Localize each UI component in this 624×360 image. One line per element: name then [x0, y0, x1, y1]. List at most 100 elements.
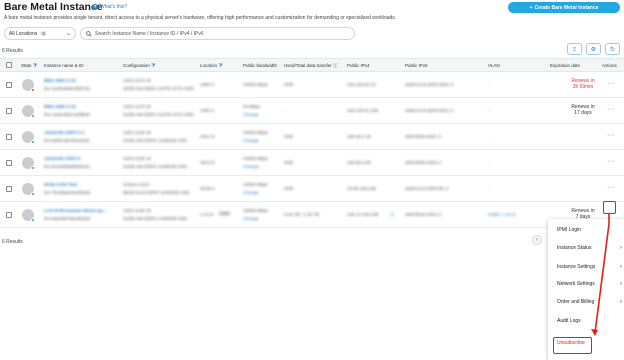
select-all-checkbox[interactable]	[6, 62, 12, 68]
row-checkbox[interactable]	[6, 82, 12, 88]
status-dot	[31, 140, 35, 144]
status-dot	[31, 88, 35, 92]
change-bandwidth-link[interactable]: Change	[243, 190, 259, 195]
location-value: AMS-C	[200, 108, 215, 113]
filter-icon: ⧩	[32, 63, 38, 69]
row-checkbox[interactable]	[6, 212, 12, 218]
instance-name-link[interactable]: BM1-AMS-C-01	[44, 78, 76, 83]
instance-name-link[interactable]: LAX-D-EU-master-direct-up...	[44, 208, 106, 213]
instance-name-link[interactable]: BM1-AMS-C-01	[44, 104, 76, 109]
menu-item-audit-logs[interactable]: Audit Logs	[557, 318, 624, 324]
menu-item-order-and-billing[interactable]: Order and Billing ›	[557, 299, 624, 305]
location-value: HKG-D	[200, 160, 215, 165]
table-row[interactable]: JAGUAR-CERT-1-1 bm-9d3f1c8a7b6e5d4c 1xE3-1…	[0, 124, 624, 150]
location-count-badge: 6	[40, 31, 47, 36]
chevron-right-icon: ›	[620, 299, 622, 305]
export-button[interactable]: ⇪	[567, 43, 582, 55]
table-row[interactable]: NCM-A-EU-Test bm-7b1d9a8c5e4f3a2b 2xXeon 4…	[0, 176, 624, 202]
column-header-location[interactable]: Location ⧩	[200, 63, 223, 69]
create-instance-label: Create Bare Metal Instance	[534, 4, 599, 11]
row-checkbox[interactable]	[6, 160, 12, 166]
filter-icon: ⧩	[151, 63, 156, 69]
location-filter-label: All Locations	[9, 30, 38, 37]
ipv6-value: 2602:fb48:1004::2	[405, 212, 442, 217]
change-bandwidth-link[interactable]: Change	[243, 138, 259, 143]
table-row[interactable]: JAGUAR-CERT-2 bm-8c2e0b9a6f5d4e3c 1xE3-123…	[0, 150, 624, 176]
row-actions-button[interactable]: ···	[607, 106, 616, 113]
ipv6-value: 2602:fb49:1003::2	[405, 160, 442, 165]
vlan-value: -	[488, 160, 490, 165]
pagination-prev-button[interactable]: ‹	[532, 235, 542, 245]
config-specs: 96GB 6x16 DDR4 2x960GB SSD	[123, 190, 190, 195]
chevron-down-icon: ⌄	[65, 31, 71, 37]
menu-item-label: Instance Status	[557, 245, 592, 251]
ipv4-value: 128.14.159.108	[347, 212, 379, 217]
chevron-right-icon: ›	[620, 264, 622, 270]
menu-item-label: IPMI Login	[557, 227, 581, 233]
change-bandwidth-link[interactable]: Change	[243, 164, 259, 169]
ipv4-value: 156.59.2.46	[347, 134, 371, 139]
column-header-state[interactable]: State ⧩	[21, 63, 37, 69]
settings-icon: ⚙	[590, 46, 597, 53]
column-header-transfer: Used/Total data transfer ⓘ	[284, 63, 338, 68]
bandwidth-value: 10000 Mbps	[243, 208, 268, 213]
location-filter-select[interactable]: All Locations 6 ⌄	[4, 27, 76, 40]
menu-item-instance-settings[interactable]: Instance Settings ›	[557, 264, 624, 270]
column-header-ipv6: Public IPv6	[405, 63, 428, 68]
row-actions-button[interactable]: ···	[607, 80, 616, 87]
config-specs: 32GB 4x8 DDR4 1x480GB SSD	[123, 164, 188, 169]
server-icon	[22, 157, 35, 170]
row-checkbox[interactable]	[6, 108, 12, 114]
instance-id: bm-11d4c3b2c1a0f9e8	[44, 112, 90, 117]
row-checkbox[interactable]	[6, 134, 12, 140]
page-subtitle: A bare metal instance provides single te…	[4, 15, 397, 21]
transfer-value: 0GB	[284, 134, 294, 139]
vlan-value: -	[488, 134, 490, 139]
page-title: Bare Metal Instance	[4, 1, 103, 13]
row-actions-button[interactable]: ···	[607, 158, 616, 165]
menu-item-network-settings[interactable]: Network Settings ›	[557, 281, 624, 287]
row-actions-button[interactable]: ···	[607, 184, 616, 191]
chevron-right-icon: ›	[620, 281, 622, 287]
instance-name-link[interactable]: JAGUAR-CERT-1-1	[44, 130, 85, 135]
filter-icon: ⧩	[218, 63, 223, 69]
row-checkbox[interactable]	[6, 186, 12, 192]
instance-id: bm-6a0c8b7d4e3f2a1b	[44, 216, 91, 221]
settings-button[interactable]: ⚙	[586, 43, 601, 55]
ipv4-value: 192.118.51.238	[347, 108, 378, 113]
row-actions-button[interactable]: ···	[607, 132, 616, 139]
table-row[interactable]: BM1-AMS-C-01 bm-11d4c3b2c1a0f9e8 1xE3-1270…	[0, 98, 624, 124]
status-dot	[31, 166, 35, 170]
menu-item-ipmi-login[interactable]: IPMI Login	[557, 227, 624, 233]
bandwidth-value: 50 Mbps	[243, 104, 261, 109]
create-instance-button[interactable]: + Create Bare Metal Instance	[508, 2, 620, 13]
server-icon	[22, 105, 35, 118]
highlight-unsubscribe	[553, 337, 592, 354]
table-header: State ⧩ Instance name & ID Configuration…	[0, 58, 624, 72]
change-bandwidth-link[interactable]: Change	[243, 112, 259, 117]
instance-name-link[interactable]: JAGUAR-CERT-2	[44, 156, 81, 161]
status-dot	[31, 192, 35, 196]
refresh-icon: ↻	[609, 46, 616, 53]
table-body: BM1-AMS-C-01 bm-11d4c8a9e0f3b72a 1xE3-1270…	[0, 72, 624, 228]
server-icon	[22, 183, 35, 196]
search-input[interactable]	[95, 30, 335, 37]
table-row[interactable]: BM1-AMS-C-01 bm-11d4c8a9e0f3b72a 1xE3-1270…	[0, 72, 624, 98]
whats-this-link[interactable]: ? What's this?	[92, 4, 127, 10]
refresh-button[interactable]: ↻	[605, 43, 620, 55]
menu-item-instance-status[interactable]: Instance Status ›	[557, 245, 624, 251]
change-bandwidth-link[interactable]: Change	[243, 216, 259, 221]
table-row[interactable]: LAX-D-EU-master-direct-up... bm-6a0c8b7d4…	[0, 202, 624, 228]
instance-id: bm-9d3f1c8a7b6e5d4c	[44, 138, 91, 143]
vlan-value[interactable]: Public: LAX-D	[488, 212, 516, 217]
search-box[interactable]	[80, 27, 355, 40]
ipv4-value: 23.80.128.138	[347, 186, 376, 191]
instance-name-link[interactable]: NCM-A-EU-Test	[44, 182, 77, 187]
config-specs: 32GB 4x8 DDR4 1x480GB SSD	[123, 216, 188, 221]
menu-item-label: Instance Settings	[557, 264, 596, 270]
transfer-value: 0GB	[284, 186, 294, 191]
transfer-value: 0.00 TB / 1.00 TB	[284, 212, 320, 217]
column-header-configuration[interactable]: Configuration ⧩	[123, 63, 156, 69]
ipv6-value: 2a09:21c0:a003:3402::2	[405, 82, 454, 87]
ipv4-more-link[interactable]: +2	[389, 212, 394, 217]
